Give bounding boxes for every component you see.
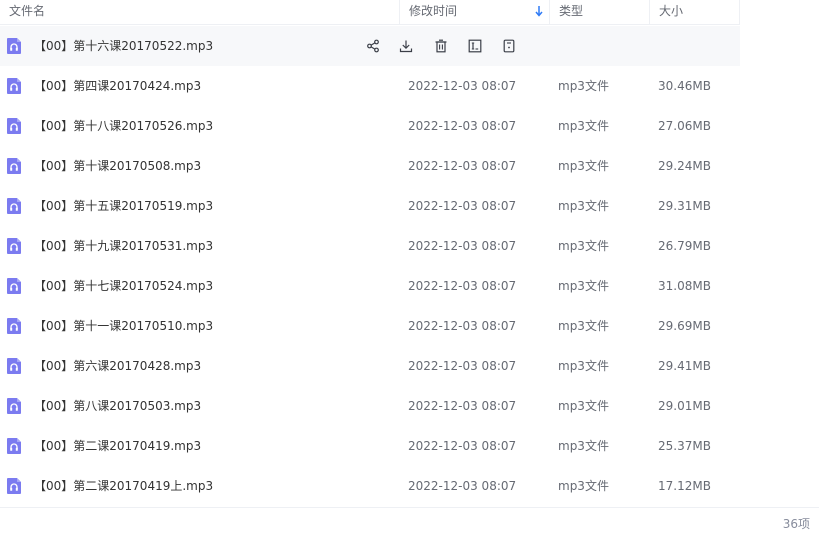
file-name[interactable]: 【00】第二课20170419上.mp3 <box>34 466 213 506</box>
file-row[interactable]: 【00】第十八课20170526.mp3 2022-12-03 08:07 mp… <box>0 106 740 146</box>
header-time[interactable]: 修改时间 <box>399 0 549 24</box>
file-time: 2022-12-03 08:07 <box>408 119 517 133</box>
file-row[interactable]: 【00】第二课20170419上.mp3 2022-12-03 08:07 mp… <box>0 466 740 506</box>
item-count: 36项 <box>782 517 810 531</box>
share-icon[interactable] <box>363 36 383 56</box>
more-icon[interactable] <box>499 36 519 56</box>
file-name[interactable]: 【00】第十六课20170522.mp3 <box>34 26 213 66</box>
file-time: 2022-12-03 08:07 <box>408 199 517 213</box>
file-size: 31.08MB <box>658 279 711 293</box>
header-size[interactable]: 大小 <box>649 0 740 24</box>
file-size: 17.12MB <box>658 479 711 493</box>
file-type: mp3文件 <box>558 119 609 133</box>
file-type: mp3文件 <box>558 79 609 93</box>
file-type: mp3文件 <box>558 359 609 373</box>
file-type: mp3文件 <box>558 439 609 453</box>
file-list-header: 文件名 修改时间 类型 大小 <box>0 0 740 25</box>
header-name[interactable]: 文件名 <box>0 0 399 24</box>
file-time: 2022-12-03 08:07 <box>408 359 517 373</box>
file-row[interactable]: 【00】第四课20170424.mp3 2022-12-03 08:07 mp3… <box>0 66 740 106</box>
file-time: 2022-12-03 08:07 <box>408 279 517 293</box>
file-time: 2022-12-03 08:07 <box>408 79 517 93</box>
file-type: mp3文件 <box>558 239 609 253</box>
audio-file-icon <box>7 358 21 374</box>
file-row[interactable]: 【00】第十一课20170510.mp3 2022-12-03 08:07 mp… <box>0 306 740 346</box>
file-time: 2022-12-03 08:07 <box>408 319 517 333</box>
file-type: mp3文件 <box>558 159 609 173</box>
audio-file-icon <box>7 438 21 454</box>
audio-file-icon <box>7 478 21 494</box>
file-type: mp3文件 <box>558 199 609 213</box>
file-time: 2022-12-03 08:07 <box>408 159 517 173</box>
audio-file-icon <box>7 198 21 214</box>
file-name[interactable]: 【00】第六课20170428.mp3 <box>34 346 201 386</box>
file-row[interactable]: 【00】第十六课20170522.mp3 <box>0 26 740 66</box>
file-row[interactable]: 【00】第十五课20170519.mp3 2022-12-03 08:07 mp… <box>0 186 740 226</box>
file-name[interactable]: 【00】第十七课20170524.mp3 <box>34 266 213 306</box>
trash-icon[interactable] <box>431 36 451 56</box>
file-name[interactable]: 【00】第八课20170503.mp3 <box>34 386 201 426</box>
file-time: 2022-12-03 08:07 <box>408 399 517 413</box>
audio-file-icon <box>7 78 21 94</box>
file-type: mp3文件 <box>558 399 609 413</box>
file-size: 29.69MB <box>658 319 711 333</box>
file-name[interactable]: 【00】第二课20170419.mp3 <box>34 426 201 466</box>
file-time: 2022-12-03 08:07 <box>408 239 517 253</box>
file-row[interactable]: 【00】第二课20170419.mp3 2022-12-03 08:07 mp3… <box>0 426 740 466</box>
file-name[interactable]: 【00】第十九课20170531.mp3 <box>34 226 213 266</box>
header-type[interactable]: 类型 <box>549 0 649 24</box>
audio-file-icon <box>7 278 21 294</box>
file-name[interactable]: 【00】第十一课20170510.mp3 <box>34 306 213 346</box>
file-row[interactable]: 【00】第十课20170508.mp3 2022-12-03 08:07 mp3… <box>0 146 740 186</box>
audio-file-icon <box>7 318 21 334</box>
footer-divider <box>0 507 819 508</box>
file-row[interactable]: 【00】第六课20170428.mp3 2022-12-03 08:07 mp3… <box>0 346 740 386</box>
file-name[interactable]: 【00】第十八课20170526.mp3 <box>34 106 213 146</box>
download-icon[interactable] <box>396 36 416 56</box>
file-type: mp3文件 <box>558 319 609 333</box>
file-row[interactable]: 【00】第十九课20170531.mp3 2022-12-03 08:07 mp… <box>0 226 740 266</box>
audio-file-icon <box>7 118 21 134</box>
file-size: 26.79MB <box>658 239 711 253</box>
file-list: 【00】第十六课20170522.mp3 【00】第四课20170424.mp3… <box>0 26 740 506</box>
file-size: 27.06MB <box>658 119 711 133</box>
file-name[interactable]: 【00】第十五课20170519.mp3 <box>34 186 213 226</box>
file-time: 2022-12-03 08:07 <box>408 439 517 453</box>
file-type: mp3文件 <box>558 479 609 493</box>
file-name[interactable]: 【00】第十课20170508.mp3 <box>34 146 201 186</box>
file-size: 29.41MB <box>658 359 711 373</box>
audio-file-icon <box>7 158 21 174</box>
file-type: mp3文件 <box>558 279 609 293</box>
file-time: 2022-12-03 08:07 <box>408 479 517 493</box>
sort-down-icon[interactable] <box>534 4 544 18</box>
file-row[interactable]: 【00】第八课20170503.mp3 2022-12-03 08:07 mp3… <box>0 386 740 426</box>
file-size: 29.31MB <box>658 199 711 213</box>
audio-file-icon <box>7 38 21 54</box>
audio-file-icon <box>7 398 21 414</box>
file-size: 29.24MB <box>658 159 711 173</box>
rename-icon[interactable] <box>465 36 485 56</box>
file-size: 29.01MB <box>658 399 711 413</box>
file-name[interactable]: 【00】第四课20170424.mp3 <box>34 66 201 106</box>
file-row[interactable]: 【00】第十七课20170524.mp3 2022-12-03 08:07 mp… <box>0 266 740 306</box>
file-size: 25.37MB <box>658 439 711 453</box>
file-browser: 文件名 修改时间 类型 大小 【00】第十六课20170522.mp3 【00】… <box>0 0 819 537</box>
audio-file-icon <box>7 238 21 254</box>
file-size: 30.46MB <box>658 79 711 93</box>
